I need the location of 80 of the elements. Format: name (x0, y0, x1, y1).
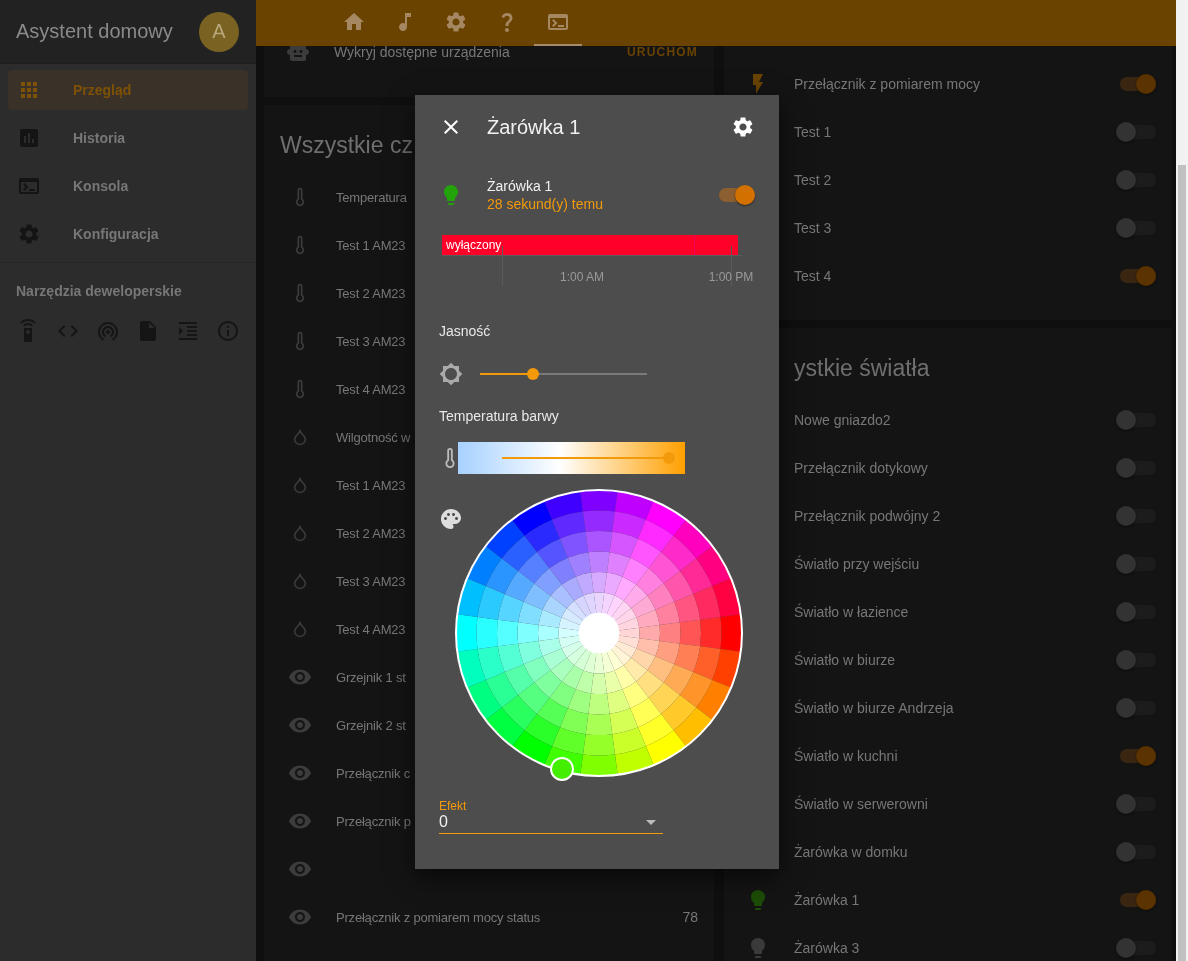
toggle-switch[interactable] (1120, 893, 1156, 907)
section-label: Narzędzia deweloperskie (16, 283, 183, 299)
sensor-name[interactable]: Przełącznik c (336, 765, 410, 781)
toggle-switch[interactable] (1120, 77, 1156, 91)
slider-thumb[interactable] (527, 368, 540, 380)
light-name[interactable]: Nowe gniazdo2 (794, 412, 891, 428)
sensor-name[interactable]: Test 1 AM23 (336, 477, 406, 493)
slider-label: Jasność (439, 322, 492, 341)
switch-name[interactable]: Test 4 (794, 268, 832, 284)
sensor-name[interactable]: Test 3 AM23 (336, 573, 406, 589)
nav-item[interactable]: Historia (8, 118, 248, 158)
last-changed: 28 sekund(y) temu (487, 196, 604, 212)
robot-icon (286, 46, 310, 64)
axis-tick-label: 1:00 AM (560, 270, 604, 284)
palette-icon (439, 507, 463, 531)
light-name[interactable]: Światło w łazience (794, 604, 909, 620)
sensor-name[interactable]: Test 2 AM23 (336, 525, 406, 541)
droplet-icon (291, 620, 309, 638)
sensor-name[interactable]: Test 4 AM23 (336, 621, 406, 637)
droplet-icon (291, 428, 309, 446)
run-button[interactable]: URUCHOM (626, 46, 698, 65)
nav-item[interactable]: Konsola (8, 166, 248, 206)
card-title: Wszystkie cz (280, 131, 413, 160)
droplet-icon (291, 476, 309, 494)
axis-tick-label: 1:00 PM (708, 270, 754, 284)
toggle-switch[interactable] (1120, 269, 1156, 283)
settings-icon (731, 115, 755, 139)
sensor-name[interactable]: Test 4 AM23 (336, 381, 406, 397)
switch-name[interactable]: Test 1 (794, 124, 832, 140)
light-name[interactable]: Przełącznik podwójny 2 (794, 508, 941, 524)
sensor-name[interactable]: Temperatura (336, 189, 407, 205)
switch-name[interactable]: Test 2 (794, 172, 832, 188)
sensor-name[interactable]: Przełącznik z pomiarem mocy status (336, 909, 541, 925)
sensor-name[interactable]: Test 3 AM23 (336, 333, 406, 349)
dropdown-caret-icon (646, 819, 656, 825)
color-picker-handle[interactable] (550, 757, 574, 781)
toggle-switch[interactable] (1120, 749, 1156, 763)
sun-icon (439, 362, 463, 386)
slider-label: Temperatura barwy (439, 407, 560, 426)
light-name[interactable]: Światło w biurze (794, 652, 896, 668)
light-name[interactable]: Żarówka w domku (794, 844, 908, 860)
settings-icon (17, 222, 41, 246)
info-icon[interactable] (216, 319, 240, 343)
sensor-name[interactable]: Test 2 AM23 (336, 285, 406, 301)
state-label: wyłączony (445, 238, 502, 252)
app-title: Asystent domowy (16, 20, 173, 43)
light-name[interactable]: Żarówka 1 (794, 892, 860, 908)
sensor-name[interactable]: Przełącznik p (336, 813, 411, 829)
slider-thumb[interactable] (663, 452, 675, 464)
light-name[interactable]: Żarówka 3 (794, 940, 860, 956)
sensor-name[interactable]: Grzejnik 1 st (336, 669, 406, 685)
sensor-name[interactable]: Grzejnik 2 st (336, 717, 406, 733)
antenna-icon[interactable] (96, 319, 120, 343)
switch-name[interactable]: Test 3 (794, 220, 832, 236)
droplet-icon (291, 524, 309, 542)
light-name[interactable]: Światło w serwerowni (794, 796, 928, 812)
light-name[interactable]: Przełącznik dotykowy (794, 460, 928, 476)
card-title: ystkie światła (793, 354, 930, 383)
dialog-title: Żarówka 1 (487, 115, 582, 139)
row-label: Wykryj dostępne urządzenia (334, 46, 510, 60)
switch-name[interactable]: Przełącznik z pomiarem mocy (794, 76, 980, 92)
sensor-name[interactable]: Test 1 AM23 (336, 237, 406, 253)
scrollbar[interactable] (1176, 0, 1188, 961)
light-name[interactable]: Światło w kuchni (794, 748, 898, 764)
field-label: Efekt (439, 799, 468, 813)
effect-select[interactable]: Efekt 0 (439, 799, 663, 834)
color-wheel[interactable] (455, 489, 743, 777)
toggle-switch[interactable] (719, 188, 755, 202)
nav-item[interactable]: Konfiguracja (8, 214, 248, 254)
settings-button[interactable] (731, 115, 755, 139)
chart-icon (17, 126, 41, 150)
sensor-name[interactable]: Wilgotność w (336, 429, 411, 445)
user-avatar[interactable]: A (199, 11, 239, 52)
color-temperature-slider[interactable] (458, 442, 685, 474)
droplet-icon (291, 572, 309, 590)
light-name[interactable]: Światło w biurze Andrzeja (794, 700, 954, 716)
sensor-value: 78 (682, 909, 698, 925)
light-name[interactable]: Światło przy wejściu (794, 556, 920, 572)
entity-name: Żarówka 1 (487, 178, 554, 194)
select-value: 0 (439, 813, 448, 831)
